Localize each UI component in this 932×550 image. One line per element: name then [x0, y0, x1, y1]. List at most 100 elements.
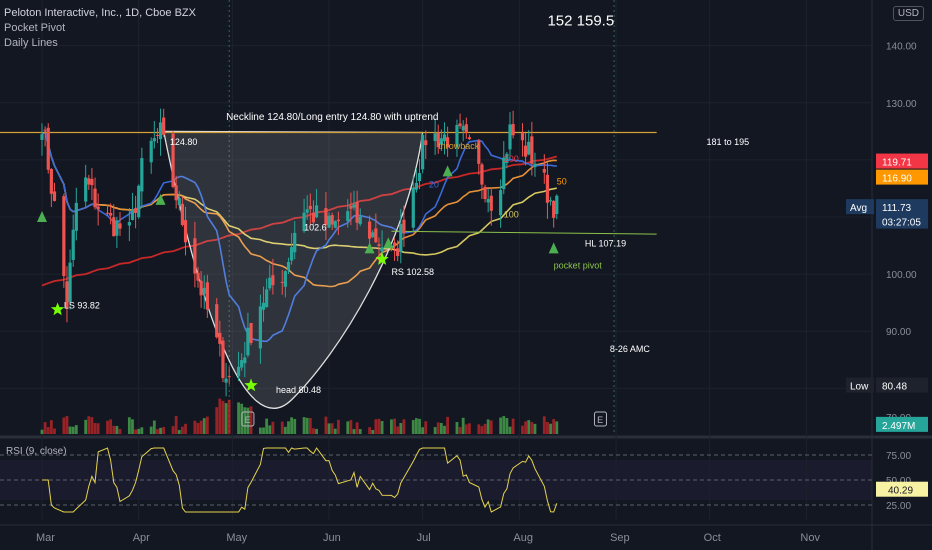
volume-bar — [268, 425, 272, 434]
candle-body — [421, 134, 425, 170]
candle-body — [402, 219, 406, 234]
volume-bar — [499, 417, 503, 434]
candle-body — [461, 125, 465, 131]
candle-body — [533, 163, 537, 168]
rsi-legend: RSI (9, close) — [6, 446, 67, 457]
candle-body — [330, 215, 334, 225]
candle-body — [527, 141, 531, 155]
candle-body — [183, 220, 188, 243]
volume-bar — [109, 419, 113, 434]
volume-bar — [193, 420, 197, 434]
stock-chart[interactable]: 140.00130.00100.0090.0070.00EE152 159.5N… — [0, 0, 932, 550]
candle-body — [336, 219, 340, 222]
price-label-1: 116.90 — [882, 174, 912, 185]
rsi-tick-label: 25.00 — [886, 501, 911, 512]
x-tick-label: May — [226, 532, 247, 544]
candle-body — [109, 212, 113, 216]
candle-body — [130, 209, 135, 221]
candle-body — [371, 232, 375, 238]
volume-bar — [127, 417, 131, 434]
price-label-0: 119.71 — [882, 158, 912, 169]
candle-body — [149, 140, 153, 163]
candle-body — [552, 200, 556, 218]
volume-bar — [202, 418, 206, 434]
x-tick-label: Aug — [513, 532, 533, 544]
candle-body — [118, 223, 122, 229]
candle-body — [115, 220, 119, 236]
candle-body — [280, 281, 284, 283]
annotation-8: 100 — [504, 210, 519, 220]
candle-body — [489, 195, 493, 211]
volume-bar — [433, 427, 437, 434]
candle-body — [380, 247, 384, 252]
candle-body — [193, 238, 197, 274]
price-label-3: 03:27:05 — [882, 218, 921, 229]
y-tick-label: 140.00 — [886, 42, 917, 53]
candle-body — [155, 134, 160, 136]
annotation-11: pocket pivot — [554, 260, 603, 270]
volume-bar — [271, 421, 275, 434]
candle-body — [87, 178, 91, 185]
volume-bar — [418, 418, 421, 434]
volume-bar — [521, 425, 524, 434]
volume-bar — [62, 417, 66, 434]
volume-bar — [205, 416, 209, 434]
volume-bar — [552, 419, 556, 434]
candle-body — [458, 123, 462, 127]
volume-bar — [280, 421, 284, 434]
candle-body — [374, 228, 378, 243]
candle-body — [327, 215, 331, 228]
x-tick-label: Nov — [800, 532, 820, 544]
volume-bar — [49, 420, 53, 434]
candle-body — [555, 195, 559, 214]
volume-bar — [549, 423, 552, 434]
candle-body — [52, 191, 57, 201]
candle-body — [377, 244, 381, 246]
candle-body — [196, 272, 200, 281]
volume-bar — [237, 402, 240, 434]
candle-body — [243, 357, 247, 364]
candle-body — [311, 212, 316, 223]
volume-bar — [199, 420, 203, 434]
volume-bar — [346, 421, 350, 434]
candle-body — [542, 168, 546, 173]
volume-bar — [65, 416, 69, 434]
annotation-1: Neckline 124.80/Long entry 124.80 with u… — [226, 112, 438, 123]
candle-body — [464, 124, 468, 133]
volume-bar — [162, 427, 166, 434]
volume-bar — [174, 416, 178, 434]
candle-body — [224, 378, 228, 383]
volume-bar — [196, 423, 200, 434]
candle-body — [221, 340, 225, 379]
volume-bar — [302, 417, 306, 434]
volume-bar — [68, 426, 72, 434]
candle-body — [424, 140, 428, 146]
candle-body — [524, 145, 528, 157]
volume-bar — [393, 418, 396, 434]
currency-button[interactable]: USD — [892, 6, 924, 21]
candle-body — [105, 212, 110, 214]
volume-bar — [555, 421, 559, 434]
candle-body — [236, 366, 241, 377]
volume-bar — [106, 420, 109, 434]
candle-body — [261, 302, 266, 310]
candle-body — [520, 133, 525, 141]
volume-bar — [96, 423, 100, 434]
candle-body — [199, 280, 203, 296]
volume-bar — [546, 422, 549, 434]
volume-bar — [374, 419, 378, 434]
volume-bar — [224, 403, 228, 434]
volume-bar — [131, 419, 134, 434]
candle-body — [218, 332, 222, 344]
candle-body — [499, 190, 503, 216]
candle-body — [392, 242, 397, 247]
volume-bar — [181, 426, 184, 434]
volume-bar — [159, 427, 162, 434]
candle-body — [205, 282, 209, 310]
volume-bar — [333, 428, 337, 434]
volume-bar — [221, 400, 225, 434]
annotation-10: HL 107.19 — [585, 239, 626, 249]
volume-bar — [112, 425, 116, 434]
candle-body — [71, 229, 75, 261]
candle-body — [333, 221, 337, 228]
